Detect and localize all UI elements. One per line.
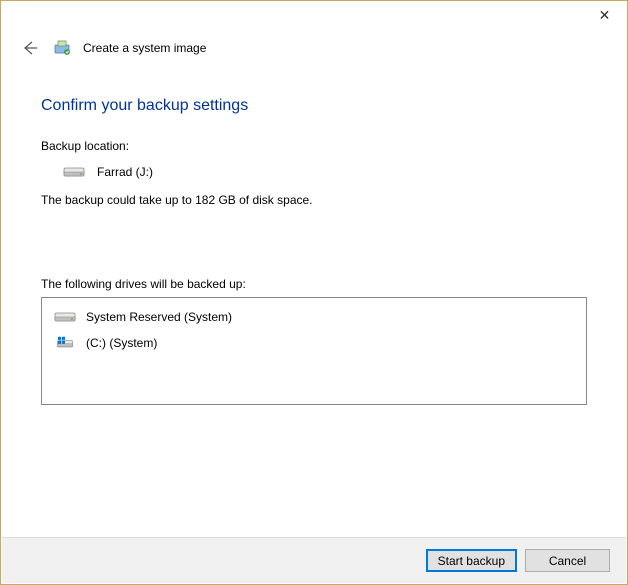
content-area: Confirm your backup settings Backup loca… bbox=[1, 63, 627, 405]
start-backup-button[interactable]: Start backup bbox=[426, 549, 517, 572]
wizard-footer: Start backup Cancel bbox=[2, 537, 626, 583]
wizard-header: Create a system image bbox=[1, 31, 627, 63]
size-estimate-text: The backup could take up to 182 GB of di… bbox=[41, 193, 587, 207]
close-button[interactable]: ✕ bbox=[582, 1, 627, 29]
wizard-title: Create a system image bbox=[83, 41, 206, 55]
backup-location-name: Farrad (J:) bbox=[97, 165, 153, 179]
hdd-icon bbox=[63, 165, 85, 179]
system-image-icon bbox=[53, 39, 71, 57]
back-arrow-icon bbox=[20, 38, 40, 58]
drives-list-label: The following drives will be backed up: bbox=[41, 277, 587, 291]
backup-location-label: Backup location: bbox=[41, 139, 587, 153]
back-button[interactable] bbox=[19, 37, 41, 59]
hdd-icon bbox=[54, 310, 76, 324]
cancel-button[interactable]: Cancel bbox=[525, 549, 610, 572]
drive-row: (C:) (System) bbox=[48, 330, 580, 356]
windows-drive-icon bbox=[54, 336, 76, 350]
drive-name: System Reserved (System) bbox=[86, 310, 232, 324]
close-icon: ✕ bbox=[599, 7, 611, 24]
titlebar: ✕ bbox=[1, 1, 627, 31]
drives-listbox[interactable]: System Reserved (System) (C:) (System) bbox=[41, 297, 587, 405]
page-heading: Confirm your backup settings bbox=[41, 97, 587, 115]
drive-row: System Reserved (System) bbox=[48, 304, 580, 330]
drive-name: (C:) (System) bbox=[86, 336, 157, 350]
backup-location-row: Farrad (J:) bbox=[41, 165, 587, 179]
